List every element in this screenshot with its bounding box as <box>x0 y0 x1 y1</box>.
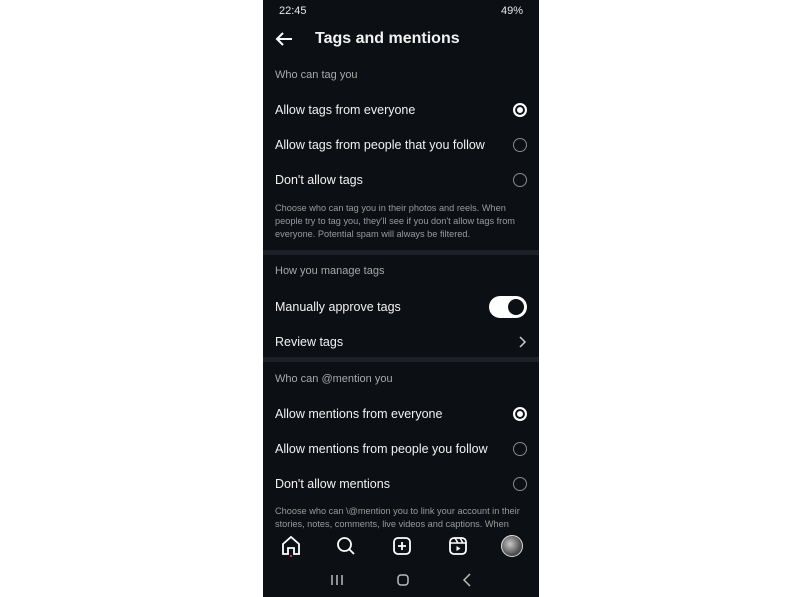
option-label: Manually approve tags <box>275 299 401 314</box>
mentions-description: Choose who can \@mention you to link you… <box>275 506 520 529</box>
option-label: Allow tags from people that you follow <box>275 137 485 152</box>
radio[interactable] <box>513 137 527 152</box>
recent-apps-icon[interactable] <box>330 574 344 586</box>
page-title: Tags and mentions <box>315 30 460 47</box>
nav-reels[interactable] <box>446 534 470 558</box>
option-label: Don't allow tags <box>275 172 363 187</box>
home-icon <box>281 535 300 557</box>
status-bar: 22:45 49% <box>279 4 523 18</box>
option-mentions-none[interactable]: Don't allow mentions <box>263 466 539 501</box>
option-label: Don't allow mentions <box>275 476 390 491</box>
status-battery: 49% <box>500 5 523 17</box>
nav-create[interactable] <box>390 534 414 558</box>
radio-selected[interactable] <box>513 406 527 421</box>
radio[interactable] <box>513 172 527 187</box>
section-label-mentions: Who can @mention you <box>275 373 393 385</box>
reels-icon <box>448 537 467 555</box>
review-tags-row[interactable]: Review tags <box>263 324 539 359</box>
section-divider <box>263 250 539 255</box>
section-divider <box>263 357 539 362</box>
option-label: Allow tags from everyone <box>275 102 416 117</box>
tags-description: Choose who can tag you in their photos a… <box>275 203 515 239</box>
option-tags-none[interactable]: Don't allow tags <box>263 162 539 197</box>
option-mentions-following[interactable]: Allow mentions from people you follow <box>263 431 539 466</box>
option-tags-following[interactable]: Allow tags from people that you follow <box>263 127 539 162</box>
radio[interactable] <box>513 476 527 491</box>
option-label: Allow mentions from everyone <box>275 406 443 421</box>
bottom-nav <box>263 532 539 560</box>
chevron-right-icon <box>519 335 527 348</box>
search-icon <box>337 537 356 555</box>
arrow-left-icon <box>275 32 292 46</box>
radio-selected[interactable] <box>513 102 527 117</box>
option-tags-everyone[interactable]: Allow tags from everyone <box>263 92 539 127</box>
option-mentions-everyone[interactable]: Allow mentions from everyone <box>263 396 539 431</box>
profile-avatar[interactable] <box>501 535 524 557</box>
back-button[interactable] <box>273 28 295 50</box>
manual-approve-toggle[interactable] <box>489 295 527 318</box>
manual-approve-row[interactable]: Manually approve tags <box>263 289 539 324</box>
section-label-tags: Who can tag you <box>275 69 358 81</box>
back-nav-icon[interactable] <box>462 573 472 587</box>
radio[interactable] <box>513 441 527 456</box>
home-button-icon[interactable] <box>397 574 409 586</box>
option-label: Allow mentions from people you follow <box>275 441 488 456</box>
phone-screen: 22:45 49% Tags and mentions Who can tag … <box>263 0 539 597</box>
nav-search[interactable] <box>334 534 358 558</box>
section-label-manage: How you manage tags <box>275 265 385 277</box>
option-label: Review tags <box>275 334 344 349</box>
system-nav <box>263 568 539 592</box>
nav-home[interactable] <box>279 534 303 558</box>
create-icon <box>393 537 411 555</box>
status-time: 22:45 <box>279 5 307 17</box>
